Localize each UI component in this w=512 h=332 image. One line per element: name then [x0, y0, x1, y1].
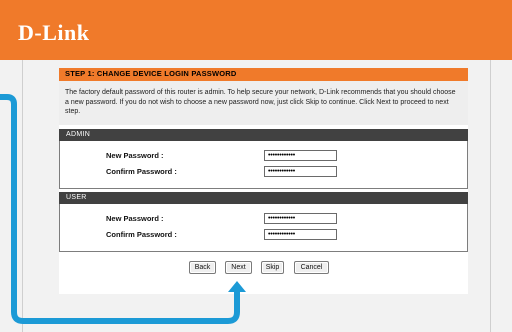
dlink-logo: D-Link — [18, 20, 90, 45]
admin-confirm-password-label: Confirm Password : — [106, 167, 177, 176]
skip-button[interactable]: Skip — [261, 261, 284, 274]
admin-section-title: ADMIN — [66, 131, 91, 138]
user-confirm-password-label: Confirm Password : — [106, 230, 177, 239]
user-section-header: USER — [59, 192, 468, 204]
frame-right-edge — [490, 60, 491, 332]
admin-new-password-field[interactable] — [264, 150, 337, 161]
user-confirm-password-field[interactable] — [264, 229, 337, 240]
admin-confirm-password-field[interactable] — [264, 166, 337, 177]
admin-section-header: ADMIN — [59, 129, 468, 141]
frame-left-edge — [22, 60, 23, 332]
cancel-button[interactable]: Cancel — [294, 261, 329, 274]
user-new-password-label: New Password : — [106, 214, 164, 223]
user-section-title: USER — [66, 194, 87, 201]
admin-section-body: New Password : Confirm Password : — [59, 141, 468, 189]
step-title: STEP 1: CHANGE DEVICE LOGIN PASSWORD — [65, 69, 237, 78]
header-bar: D-Link — [0, 0, 512, 60]
next-button[interactable]: Next — [225, 261, 252, 274]
step-description-box: The factory default password of this rou… — [59, 81, 468, 125]
back-button[interactable]: Back — [189, 261, 216, 274]
step-description: The factory default password of this rou… — [65, 89, 456, 115]
user-new-password-field[interactable] — [264, 213, 337, 224]
admin-new-password-label: New Password : — [106, 151, 164, 160]
user-section-body: New Password : Confirm Password : — [59, 204, 468, 252]
step-header: STEP 1: CHANGE DEVICE LOGIN PASSWORD — [59, 68, 468, 81]
